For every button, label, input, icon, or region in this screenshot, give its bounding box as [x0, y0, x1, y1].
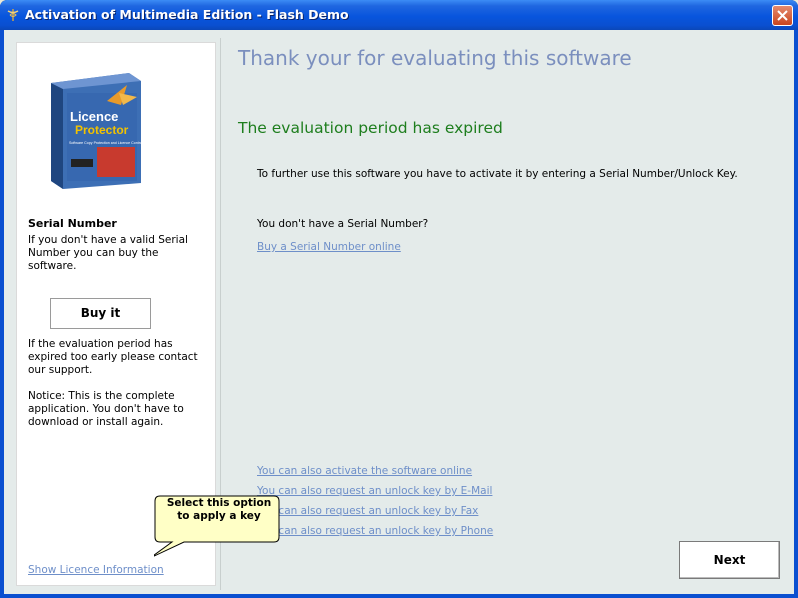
- window-frame-right: [794, 30, 798, 598]
- product-box-image: Licence Protector Software Copy Protecti…: [51, 73, 143, 189]
- serial-number-heading: Serial Number: [28, 217, 117, 230]
- expired-contact-text: If the evaluation period has expired too…: [28, 338, 198, 376]
- window-title: Activation of Multimedia Edition - Flash…: [25, 7, 349, 22]
- tooltip-text: Select this option to apply a key: [166, 497, 272, 522]
- request-key-email-link[interactable]: You can also request an unlock key by E-…: [257, 485, 492, 497]
- activation-instruction: To further use this software you have to…: [257, 168, 738, 180]
- request-key-phone-link[interactable]: You can also request an unlock key by Ph…: [257, 525, 493, 537]
- page-title: Thank your for evaluating this software: [238, 46, 632, 70]
- product-brand-line2: Protector: [75, 123, 129, 137]
- show-licence-information-link[interactable]: Show Licence Information: [28, 564, 164, 576]
- activate-online-link[interactable]: You can also activate the software onlin…: [257, 465, 472, 477]
- close-icon: [777, 10, 788, 21]
- request-key-fax-link[interactable]: You can also request an unlock key by Fa…: [257, 505, 478, 517]
- window-frame-bottom: [0, 594, 798, 598]
- close-button[interactable]: [772, 5, 793, 26]
- next-button[interactable]: Next: [679, 541, 780, 579]
- product-brand-line1: Licence: [70, 109, 118, 124]
- buy-serial-online-link[interactable]: Buy a Serial Number online: [257, 241, 401, 253]
- buy-it-button[interactable]: Buy it: [50, 298, 151, 329]
- notice-text: Notice: This is the complete application…: [28, 390, 184, 428]
- app-caduceus-icon: [7, 9, 19, 21]
- no-serial-question: You don't have a Serial Number?: [257, 218, 429, 230]
- serial-number-text: If you don't have a valid Serial Number …: [28, 234, 188, 272]
- evaluation-status: The evaluation period has expired: [238, 119, 503, 137]
- product-tagline: Software Copy Protection and Licence Con…: [69, 141, 143, 145]
- title-bar[interactable]: Activation of Multimedia Edition - Flash…: [0, 0, 798, 30]
- client-area: Licence Protector Software Copy Protecti…: [4, 30, 794, 594]
